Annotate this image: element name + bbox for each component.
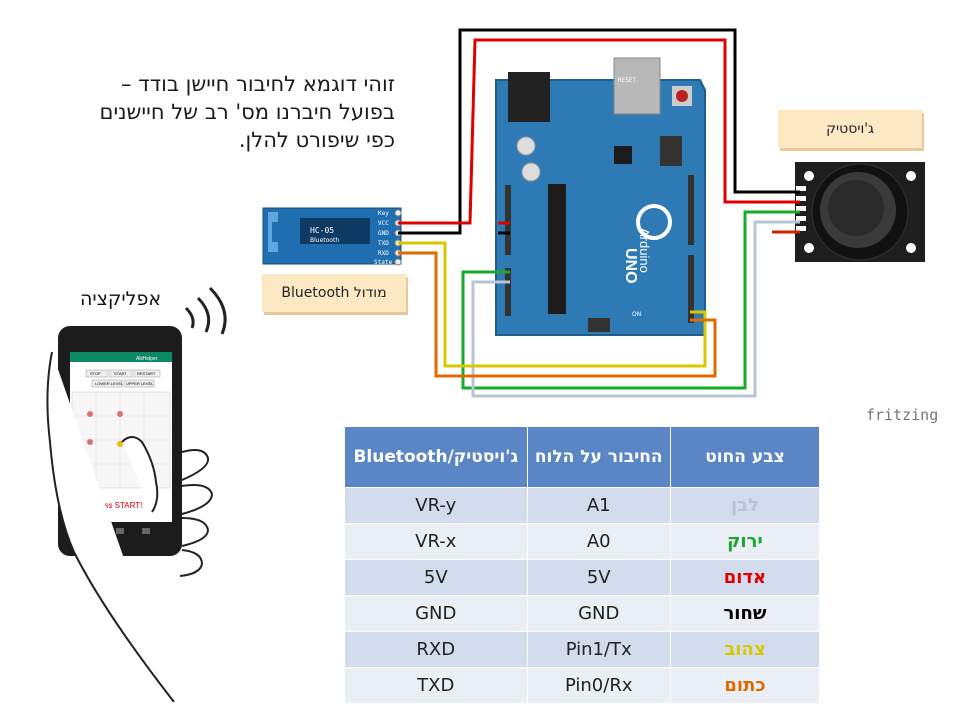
device-cell: VR-y (344, 487, 528, 524)
app-button[interactable]: UPPER LEVEL (126, 381, 154, 386)
wire-color-cell: צהוב (669, 631, 821, 668)
bt-chip-sub: Bluetooth (310, 237, 339, 244)
table-row: שחור GND GND (344, 595, 821, 632)
table-row: צהוב Pin1/Tx RXD (344, 631, 821, 668)
app-button[interactable]: LOWER LEVEL (95, 381, 124, 386)
arduino-board: Arduino UNO RESET ON (495, 57, 706, 336)
board-cell: GND (526, 595, 671, 632)
bluetooth-module-label: מודול Bluetooth (262, 274, 406, 312)
wiring-table: צבע החוט החיבור על הלוח ג'ויסטיק/Bluetoo… (344, 426, 821, 704)
device-cell: VR-x (344, 523, 528, 560)
reset-label: RESET (618, 77, 636, 84)
device-cell: RXD (344, 631, 528, 668)
board-cell: 5V (526, 559, 671, 596)
app-title: AliiHelper (136, 356, 158, 362)
table-row: אדום 5V 5V (344, 559, 821, 596)
bt-pin-label: RXD (378, 250, 389, 257)
wire-color-cell: אדום (669, 559, 821, 596)
wire-color-cell: שחור (669, 595, 821, 632)
device-cell: TXD (344, 667, 528, 704)
board-cell: A0 (526, 523, 671, 560)
fritzing-watermark: fritzing (866, 406, 939, 424)
bt-pin-label: GND (378, 230, 389, 237)
board-cell: Pin1/Tx (526, 631, 671, 668)
app-button[interactable]: STOP (90, 371, 101, 376)
wire-color-cell: כתום (669, 667, 821, 704)
bt-chip-label: HC-05 (310, 226, 334, 235)
bt-pin-label: TXD (378, 240, 389, 247)
on-label: ON (632, 311, 641, 318)
column-header: ג'ויסטיק/Bluetooth (344, 426, 528, 488)
wire-color-cell: ירוק (669, 523, 821, 560)
table-row: כתום Pin0/Rx TXD (344, 667, 821, 704)
board-cell: A1 (526, 487, 671, 524)
board-cell: Pin0/Rx (526, 667, 671, 704)
wire-color-cell: לבן (669, 487, 821, 524)
application-label: אפליקציה (80, 288, 162, 310)
table-row: ירוק A0 VR-x (344, 523, 821, 560)
app-button[interactable]: RESTART (137, 371, 156, 376)
column-header: החיבור על הלוח (526, 426, 671, 488)
bt-pin-label: VCC (378, 220, 389, 227)
table-row: לבן A1 VR-y (344, 487, 821, 524)
device-cell: 5V (344, 559, 528, 596)
arduino-model: UNO (622, 248, 639, 284)
joystick-module (795, 162, 925, 262)
phone-illustration: AliiHelper STOP START RESTART LOWER LEVE… (46, 326, 214, 702)
device-cell: GND (344, 595, 528, 632)
column-header: צבע החוט (669, 426, 821, 488)
app-button[interactable]: START (114, 371, 127, 376)
bt-pin-label: State (374, 259, 392, 266)
joystick-label: ג'ויסטיק (778, 110, 922, 148)
bluetooth-module: HC-05 Bluetooth Key VCC GND TXD RXD Stat… (262, 207, 402, 266)
bt-pin-label: Key (378, 210, 389, 217)
